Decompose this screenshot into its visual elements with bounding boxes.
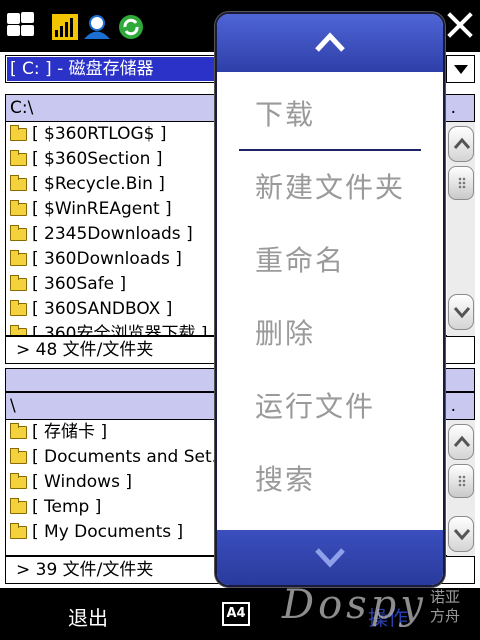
sync-icon [119,15,143,39]
folder-icon [10,125,27,141]
signal-icon [52,14,78,40]
folder-icon [10,473,27,489]
folder-icon [10,150,27,166]
windows-logo-icon[interactable] [6,12,36,38]
scroll-up-button[interactable] [448,126,474,162]
drive-selected-value: [ C: ] - 磁盘存储器 [7,57,220,81]
list-item-label: [ 360安全浏览器下载 ] [32,324,208,336]
folder-icon [10,225,27,241]
list-item-label: [ Temp ] [32,497,102,517]
scrollbar[interactable] [447,122,475,336]
list-item-label: [ 2345Downloads ] [32,224,193,244]
scroll-thumb[interactable] [448,166,474,200]
path-tail: . [450,98,456,118]
list-item-label: [ My Documents ] [32,522,184,542]
menu-list: 下载 新建文件夹 重命名 删除 运行文件 搜索 [217,78,443,516]
folder-icon [10,325,27,335]
folder-icon [10,275,27,291]
watermark-sub-2: 方舟 [430,607,461,625]
folder-icon [10,498,27,514]
folder-icon [10,250,27,266]
list-item-label: [ $360RTLOG$ ] [32,124,167,144]
folder-icon [10,175,27,191]
menu-item[interactable]: 删除 [217,297,443,370]
chevron-down-icon[interactable] [446,56,474,82]
scroll-down-button[interactable] [448,516,474,552]
path-label: \ [10,396,16,416]
scroll-thumb[interactable] [448,464,474,498]
menu-item[interactable]: 运行文件 [217,370,443,443]
user-icon [84,15,110,39]
folder-icon [10,448,27,464]
path-label: C:\ [10,98,34,118]
chevron-up-icon [315,32,345,52]
list-item-label: [ Documents and Set.. [32,447,223,467]
list-item-label: [ $Recycle.Bin ] [32,174,165,194]
menu-item[interactable]: 下载 [217,78,443,151]
list-item-label: [ $WinREAgent ] [32,199,172,219]
scroll-down-button[interactable] [448,294,474,330]
list-item-label: [ 360Safe ] [32,274,127,294]
exit-softkey[interactable]: 退出 [68,602,108,631]
watermark-logo: Dospy [282,582,427,628]
keyboard-icon[interactable]: A4 [222,602,250,626]
menu-scroll-down-button[interactable] [217,530,443,585]
action-menu: 下载 新建文件夹 重命名 删除 运行文件 搜索 [215,12,445,587]
chevron-down-icon [315,548,345,568]
list-item-label: [ Windows ] [32,472,132,492]
list-item-label: [ 存储卡 ] [32,422,108,442]
scroll-up-button[interactable] [448,424,474,460]
list-item-label: [ 360Downloads ] [32,249,182,269]
watermark-subtext: 诺亚 方舟 [430,588,460,626]
path-tail: . [450,396,456,416]
menu-item[interactable]: 新建文件夹 [217,151,443,224]
scrollbar[interactable] [447,420,475,556]
folder-icon [10,300,27,316]
list-item-label: [ $360Section ] [32,149,163,169]
menu-scroll-up-button[interactable] [217,14,443,72]
menu-item[interactable]: 搜索 [217,443,443,516]
watermark-sub-1: 诺亚 [430,588,461,606]
folder-icon [10,423,27,439]
menu-item[interactable]: 重命名 [217,224,443,297]
folder-icon [10,523,27,539]
status-icons[interactable] [52,10,152,42]
folder-icon [10,200,27,216]
list-item-label: [ 360SANDBOX ] [32,299,173,319]
close-icon[interactable] [442,8,476,42]
